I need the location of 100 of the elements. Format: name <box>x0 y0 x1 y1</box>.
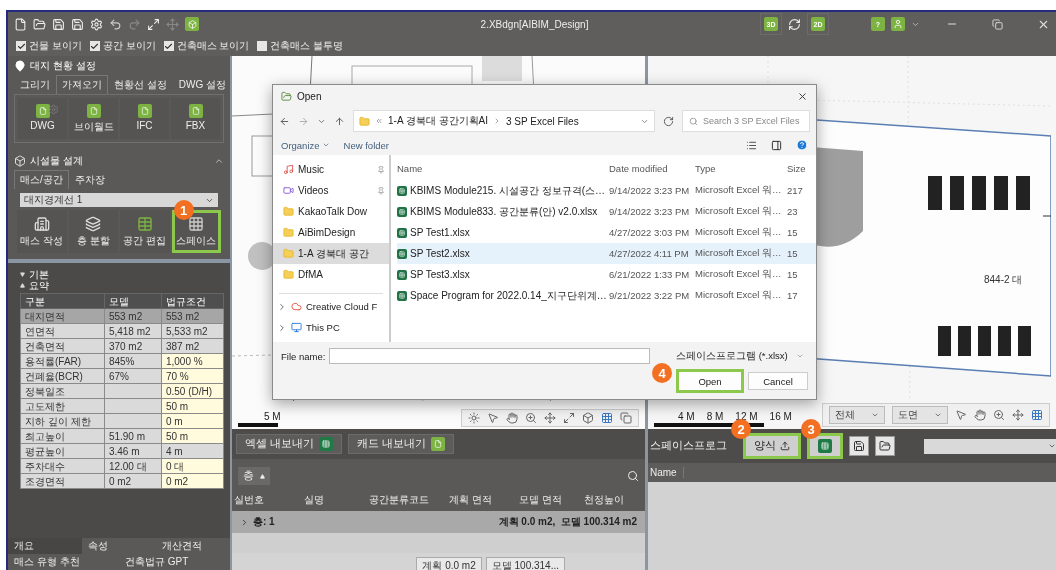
file-name: KBIMS Module833. 공간분류(안) v2.0.xlsx <box>410 204 598 219</box>
save-button[interactable] <box>849 436 869 456</box>
total-button[interactable]: 계획 0.0 m2 <box>416 557 482 570</box>
save-as-icon[interactable] <box>71 17 84 31</box>
spreadsheet-icon <box>397 227 407 238</box>
up-icon[interactable] <box>334 115 345 127</box>
pointer-icon[interactable] <box>487 412 499 424</box>
search-icon[interactable] <box>627 470 639 482</box>
open-folder-icon[interactable] <box>33 17 46 31</box>
tab[interactable]: 그리기 <box>14 75 56 94</box>
expand-icon[interactable] <box>277 301 287 312</box>
tab[interactable]: 매스/공간 <box>14 170 69 189</box>
floor-dropdown[interactable]: 층 <box>238 467 270 485</box>
move-icon[interactable] <box>544 412 556 424</box>
pan-icon[interactable] <box>974 409 986 421</box>
tab[interactable]: 개산견적 <box>156 538 230 554</box>
file-row[interactable]: SP Test1.xlsx 4/27/2022 3:03 PM Microsoft Excel 워… 15 <box>397 222 816 243</box>
view-options-icon[interactable] <box>746 139 757 151</box>
template-button[interactable]: 양식 <box>743 433 801 459</box>
filter-dropdown[interactable]: 전체 <box>829 406 885 424</box>
import-button[interactable]: IFC <box>120 98 169 139</box>
file-row[interactable]: KBIMS Module215. 시설공간 정보규격(스… 9/14/2022 3:23 PM Microsoft Excel 워… 217 <box>397 180 816 201</box>
file-type-dropdown[interactable]: 스페이스프로그램 (*.xlsx) <box>668 348 808 364</box>
tab[interactable]: DWG 설정 <box>172 75 232 94</box>
search-field[interactable]: Search 3 SP Excel Files <box>682 110 810 132</box>
cube-icon[interactable] <box>582 412 594 424</box>
help-icon[interactable] <box>796 139 808 151</box>
tab[interactable]: 가져오기 <box>56 75 108 94</box>
folder-item[interactable]: AiBimDesign <box>273 222 389 243</box>
refresh-icon[interactable] <box>663 115 674 127</box>
cancel-button[interactable]: Cancel <box>748 372 808 390</box>
file-row[interactable]: KBIMS Module833. 공간분류(안) v2.0.xlsx 9/14/2022 3:23 PM Microsoft Excel 워… 23 <box>397 201 816 222</box>
folder-item[interactable]: Music <box>273 159 389 180</box>
undo-icon[interactable] <box>109 17 122 31</box>
expand-icon[interactable] <box>277 322 287 333</box>
chevron-icon <box>493 117 501 125</box>
folder-item[interactable]: 1-A 경북대 공간 <box>273 243 389 264</box>
organize-menu[interactable]: Organize <box>281 139 330 151</box>
open-folder-button[interactable] <box>875 436 895 456</box>
pan-icon[interactable] <box>506 412 518 424</box>
close-icon[interactable] <box>797 90 808 102</box>
file-row[interactable]: SP Test2.xlsx 4/27/2022 4:11 PM Microsoft Excel 워… 15 <box>397 243 816 264</box>
sun-icon[interactable] <box>468 412 480 424</box>
expand-icon[interactable] <box>20 272 25 277</box>
preview-pane-icon[interactable] <box>771 139 782 151</box>
tree-item[interactable]: Creative Cloud F <box>273 296 389 317</box>
filter-dropdown[interactable]: 도면 <box>892 406 948 424</box>
import-button[interactable]: FBX <box>171 98 220 139</box>
export-button[interactable]: 엑셀 내보내기 <box>236 434 342 454</box>
address-bar[interactable]: 1-A 경북대 공간기획AI 3 SP Excel Files <box>353 110 655 132</box>
total-button[interactable]: 모델 100.314... <box>485 557 565 570</box>
checkbox[interactable] <box>89 41 100 51</box>
folder-item[interactable]: DfMA <box>273 264 389 285</box>
settings-icon[interactable] <box>48 104 59 115</box>
back-icon[interactable] <box>279 115 290 127</box>
boundary-dropdown[interactable]: 대지경계선 1 <box>20 193 218 207</box>
grid-icon[interactable] <box>1031 409 1043 421</box>
tab[interactable]: 매스 유형 추천 <box>8 554 119 570</box>
new-file-icon[interactable] <box>14 17 27 31</box>
group-label: 요약 <box>29 280 49 291</box>
checkbox[interactable] <box>16 41 26 51</box>
open-button[interactable]: Open <box>676 369 744 393</box>
zoom-icon[interactable] <box>525 412 537 424</box>
pointer-icon[interactable] <box>955 409 967 421</box>
collapse-icon[interactable] <box>214 156 224 166</box>
expand-icon[interactable] <box>240 517 249 527</box>
tool-button[interactable]: 공간 편집 <box>120 210 170 253</box>
save-icon[interactable] <box>52 17 65 31</box>
tree-item[interactable]: This PC <box>273 317 389 338</box>
fit-icon[interactable] <box>563 412 575 424</box>
tab[interactable]: 주차장 <box>68 170 111 189</box>
file-row[interactable]: Space Program for 2022.0.14_지구단위계… 9/21/2022 3:22 PM Microsoft Excel 워… 17 <box>397 285 816 306</box>
layers-icon[interactable] <box>620 412 632 424</box>
file-name-field[interactable] <box>329 348 650 364</box>
move-icon[interactable] <box>1012 409 1024 421</box>
tab[interactable]: 건축법규 GPT <box>119 554 230 570</box>
checkbox[interactable] <box>163 41 174 51</box>
checkbox[interactable] <box>257 41 268 51</box>
file-row[interactable]: SP Test3.xlsx 6/21/2022 1:33 PM Microsoft Excel 워… 15 <box>397 264 816 285</box>
tab[interactable]: 개요 <box>8 538 82 554</box>
import-button[interactable]: DWG <box>18 98 67 139</box>
collapse-icon[interactable] <box>20 283 25 288</box>
window-title: 2.XBdgn[AIBIM_Design] <box>479 18 590 30</box>
tab[interactable]: 현황선 설정 <box>108 75 173 94</box>
tool-button[interactable]: 층 분할 <box>68 210 118 253</box>
export-button[interactable]: 캐드 내보내기 <box>347 434 454 454</box>
program-dropdown[interactable] <box>924 438 1056 454</box>
scale-label: 12 M <box>735 411 758 422</box>
folder-item[interactable]: KakaoTalk Dow <box>273 201 389 222</box>
excel-import-button[interactable] <box>807 433 843 459</box>
file-type: Microsoft Excel 워… <box>695 247 783 260</box>
restore-icon[interactable] <box>992 18 1003 30</box>
grid-icon[interactable] <box>601 412 613 424</box>
folder-item[interactable]: Videos <box>273 180 389 201</box>
new-folder-button[interactable]: New folder <box>343 139 389 151</box>
zoom-icon[interactable] <box>993 409 1005 421</box>
import-button[interactable]: 브이월드 <box>69 98 118 139</box>
tool-button[interactable]: 매스 작성 <box>17 210 67 253</box>
tab[interactable]: 속성 <box>82 538 156 554</box>
sync-icon[interactable] <box>788 17 801 31</box>
